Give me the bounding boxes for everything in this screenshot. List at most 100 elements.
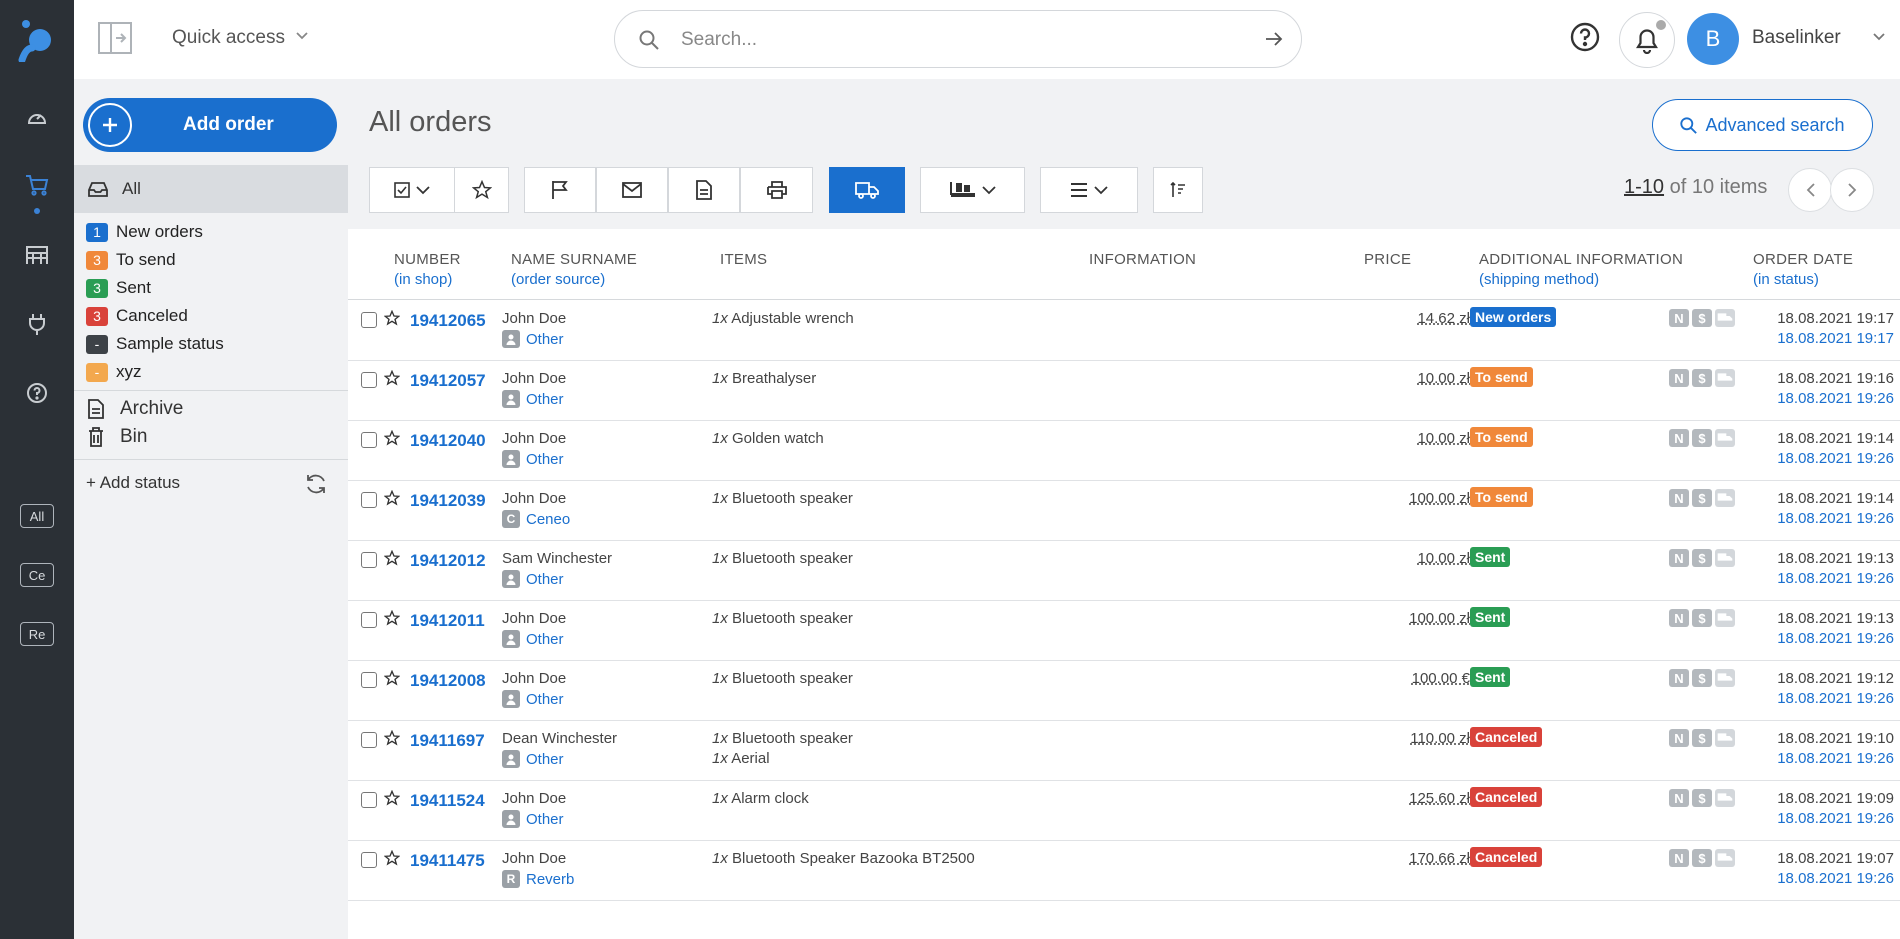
shipment-truck-icon[interactable] <box>1715 729 1735 747</box>
row-checkbox[interactable] <box>361 492 377 508</box>
payment-icon[interactable]: $ <box>1692 729 1712 747</box>
status-item[interactable]: 1 New orders <box>74 218 348 246</box>
order-source[interactable]: Other <box>502 810 564 828</box>
sort-button[interactable] <box>1153 167 1203 213</box>
table-row[interactable]: 19412039 John Doe C Ceneo 1x Bluetooth speak… <box>348 481 1900 541</box>
next-page-button[interactable] <box>1830 168 1874 212</box>
column-items[interactable]: ITEMS <box>720 251 767 268</box>
order-number[interactable]: 19412065 <box>410 311 486 331</box>
column-order-date[interactable]: ORDER DATE (in status) <box>1753 251 1853 288</box>
status-item[interactable]: 3 Canceled <box>74 302 348 330</box>
favorite-button[interactable] <box>454 167 509 213</box>
email-button[interactable] <box>596 167 668 213</box>
row-checkbox[interactable] <box>361 732 377 748</box>
status-badge[interactable]: New orders <box>1470 307 1557 327</box>
table-row[interactable]: 19412040 John Doe Other 1x Golden watch 10.0… <box>348 421 1900 481</box>
advanced-search-button[interactable]: Advanced search <box>1652 99 1873 151</box>
order-price[interactable]: 10.00 zł <box>1417 430 1470 447</box>
status-item[interactable]: - Sample status <box>74 330 348 358</box>
order-number[interactable]: 19412040 <box>410 431 486 451</box>
arrow-right-icon[interactable] <box>1265 31 1283 47</box>
status-item-all[interactable]: All <box>74 165 348 213</box>
star-icon[interactable] <box>384 850 400 866</box>
help-question-icon[interactable] <box>1570 22 1600 52</box>
star-icon[interactable] <box>384 430 400 446</box>
order-source[interactable]: Other <box>502 570 564 588</box>
payment-icon[interactable]: $ <box>1692 609 1712 627</box>
star-icon[interactable] <box>384 610 400 626</box>
order-number[interactable]: 19412008 <box>410 671 486 691</box>
order-price[interactable]: 100.00 € <box>1412 670 1470 687</box>
column-number[interactable]: NUMBER (in shop) <box>394 251 461 288</box>
note-icon[interactable]: N <box>1669 789 1689 807</box>
payment-icon[interactable]: $ <box>1692 849 1712 867</box>
status-item-archive[interactable]: Archive <box>74 395 348 423</box>
table-row[interactable]: 19411697 Dean Winchester Other 1x Bluetooth… <box>348 721 1900 781</box>
row-checkbox[interactable] <box>361 612 377 628</box>
star-icon[interactable] <box>384 370 400 386</box>
order-source[interactable]: Other <box>502 690 564 708</box>
row-checkbox[interactable] <box>361 552 377 568</box>
add-order-button[interactable]: Add order <box>83 98 337 152</box>
column-name[interactable]: NAME SURNAME (order source) <box>511 251 637 288</box>
star-icon[interactable] <box>384 550 400 566</box>
order-price[interactable]: 100.00 zł <box>1409 490 1470 507</box>
shipment-truck-icon[interactable] <box>1715 309 1735 327</box>
filter-chip-all[interactable]: All <box>20 504 54 528</box>
table-row[interactable]: 19411524 John Doe Other 1x Alarm clock 125.6… <box>348 781 1900 841</box>
status-badge[interactable]: To send <box>1470 487 1533 507</box>
status-badge[interactable]: Canceled <box>1470 727 1543 747</box>
shipment-truck-icon[interactable] <box>1715 429 1735 447</box>
filter-chip-reverb[interactable]: Re <box>20 622 54 646</box>
status-badge[interactable]: Canceled <box>1470 787 1543 807</box>
star-icon[interactable] <box>384 670 400 686</box>
payment-icon[interactable]: $ <box>1692 429 1712 447</box>
shipment-truck-icon[interactable] <box>1715 369 1735 387</box>
order-number[interactable]: 19411697 <box>410 731 485 751</box>
order-source[interactable]: Other <box>502 630 564 648</box>
row-checkbox[interactable] <box>361 432 377 448</box>
orders-cart-icon[interactable] <box>24 172 50 198</box>
order-price[interactable]: 170.66 zł <box>1409 850 1470 867</box>
flag-button[interactable] <box>524 167 596 213</box>
order-price[interactable]: 14.62 zł <box>1417 310 1470 327</box>
integrations-plug-icon[interactable] <box>24 311 50 337</box>
chevron-down-icon[interactable] <box>296 32 308 40</box>
note-icon[interactable]: N <box>1669 549 1689 567</box>
menu-dropdown[interactable] <box>1040 167 1138 213</box>
order-number[interactable]: 19411524 <box>410 791 485 811</box>
search-input[interactable] <box>681 25 1221 55</box>
help-icon[interactable] <box>24 380 50 406</box>
table-row[interactable]: 19411475 John Doe R Reverb 1x Bluetooth Spea… <box>348 841 1900 901</box>
star-icon[interactable] <box>384 490 400 506</box>
table-row[interactable]: 19412012 Sam Winchester Other 1x Bluetooth … <box>348 541 1900 601</box>
order-number[interactable]: 19412011 <box>410 611 485 631</box>
payment-icon[interactable]: $ <box>1692 669 1712 687</box>
payment-icon[interactable]: $ <box>1692 309 1712 327</box>
print-button[interactable] <box>740 167 813 213</box>
order-number[interactable]: 19411475 <box>410 851 485 871</box>
star-icon[interactable] <box>384 310 400 326</box>
status-item[interactable]: - xyz <box>74 358 348 386</box>
order-source[interactable]: Other <box>502 390 564 408</box>
table-row[interactable]: 19412011 John Doe Other 1x Bluetooth speake… <box>348 601 1900 661</box>
user-name[interactable]: Baselinker <box>1752 27 1841 49</box>
payment-icon[interactable]: $ <box>1692 369 1712 387</box>
status-badge[interactable]: Sent <box>1470 547 1511 567</box>
user-avatar[interactable]: B <box>1687 13 1739 65</box>
note-icon[interactable]: N <box>1669 489 1689 507</box>
order-price[interactable]: 110.00 zł <box>1410 730 1470 747</box>
order-number[interactable]: 19412039 <box>410 491 486 511</box>
note-icon[interactable]: N <box>1669 669 1689 687</box>
order-source[interactable]: R Reverb <box>502 870 574 888</box>
payment-icon[interactable]: $ <box>1692 789 1712 807</box>
status-item[interactable]: 3 To send <box>74 246 348 274</box>
column-additional-info[interactable]: ADDITIONAL INFORMATION (shipping method) <box>1479 251 1683 288</box>
order-price[interactable]: 10.00 zł <box>1417 370 1470 387</box>
quick-access-label[interactable]: Quick access <box>172 27 285 49</box>
status-item-bin[interactable]: Bin <box>74 423 348 451</box>
row-checkbox[interactable] <box>361 312 377 328</box>
order-price[interactable]: 10.00 zł <box>1417 550 1470 567</box>
sidebar-toggle-icon[interactable] <box>98 22 132 54</box>
chevron-down-icon[interactable] <box>1873 33 1885 41</box>
